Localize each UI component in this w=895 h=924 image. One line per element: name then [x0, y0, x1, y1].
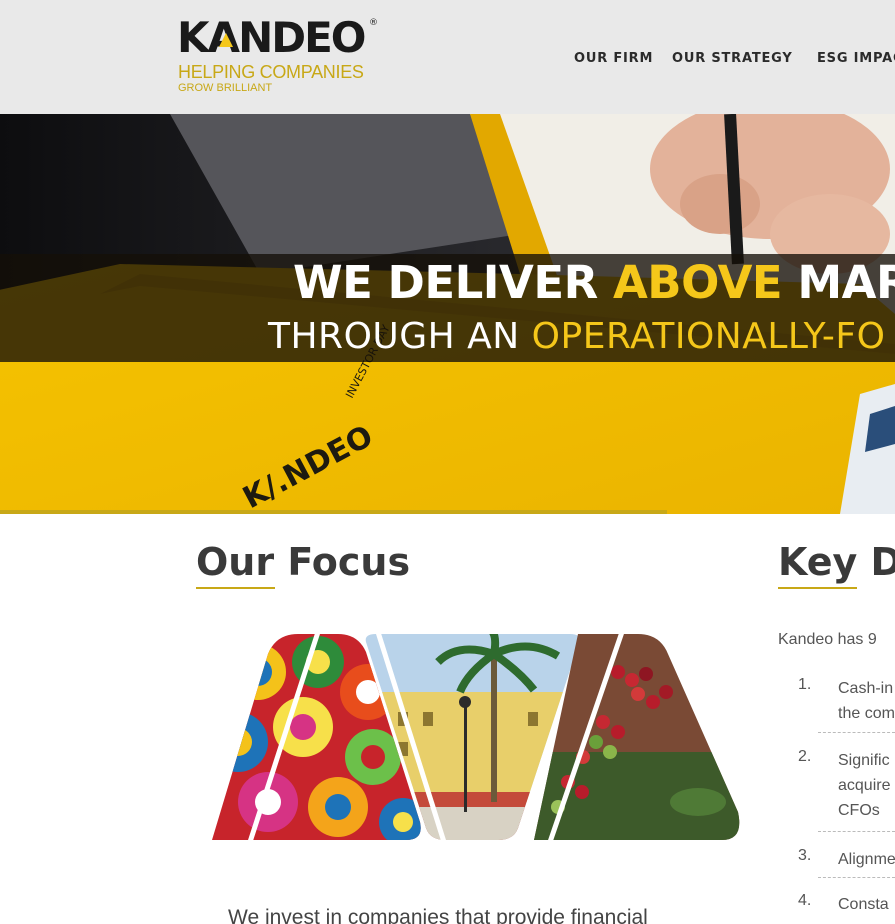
- key-item-number: 1.: [798, 676, 812, 693]
- logo-wordmark: KA NDEO: [177, 13, 366, 62]
- logo-a-accent-icon: [218, 33, 233, 47]
- key-item-text: Cash-in the com: [838, 680, 895, 722]
- key-item-number: 3.: [798, 847, 812, 864]
- registered-mark: ®: [369, 18, 378, 28]
- key-item-divider: [818, 831, 895, 832]
- key-item-text: Consta: [838, 896, 889, 913]
- nav-our-strategy[interactable]: OUR STRATEGY: [672, 51, 793, 66]
- site-header: KA NDEO ® HELPING COMPANIES GROW BRILLIAN…: [0, 0, 895, 114]
- logo-tagline-2: GROW BRILLIANT: [178, 82, 273, 94]
- nav-our-firm[interactable]: OUR FIRM: [574, 51, 653, 66]
- our-focus-underline: [196, 587, 275, 589]
- key-section-title: Key D: [778, 540, 895, 584]
- key-item-divider: [818, 877, 895, 878]
- hero-slider: K/.NDEO INVESTOR DAY WE DELIVER ABOVE MA…: [0, 114, 895, 514]
- key-item-number: 2.: [798, 748, 812, 765]
- focus-mosaic-image: [212, 632, 740, 842]
- key-section-underline: [778, 587, 857, 589]
- logo-tagline-1: HELPING COMPANIES: [178, 62, 364, 82]
- key-item-text: Alignme: [838, 851, 895, 868]
- hero-headline: WE DELIVER ABOVE MAR: [293, 256, 895, 309]
- hero-subheadline: THROUGH AN OPERATIONALLY-FO: [268, 316, 886, 357]
- key-item-number: 4.: [798, 892, 812, 909]
- slider-progress-bar: [0, 510, 667, 514]
- nav-esg-impact[interactable]: ESG IMPAC: [817, 51, 895, 66]
- kandeo-logo[interactable]: KA NDEO ® HELPING COMPANIES GROW BRILLIAN…: [177, 16, 387, 98]
- our-focus-title: Our Focus: [196, 540, 411, 584]
- key-intro-text: Kandeo has 9: [778, 631, 877, 648]
- key-item-text: Signific acquire CFOs: [838, 752, 891, 819]
- focus-description: We invest in companies that provide fina…: [228, 906, 648, 924]
- key-item-divider: [818, 732, 895, 733]
